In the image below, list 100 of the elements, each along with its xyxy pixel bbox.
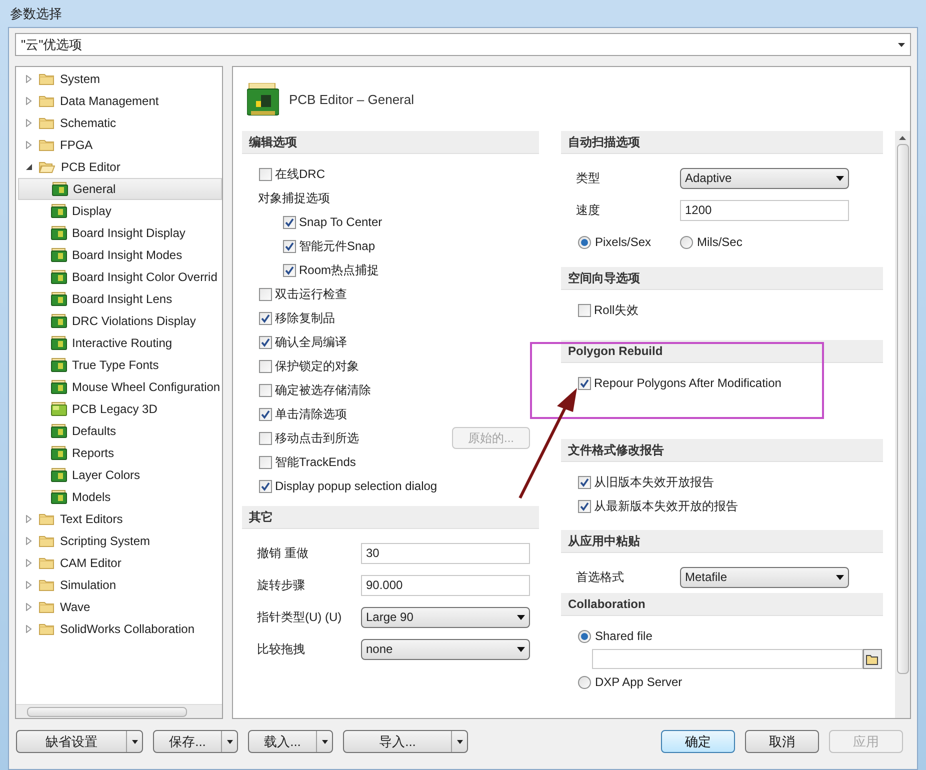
tree-item[interactable]: Text Editors bbox=[60, 510, 123, 528]
text-field[interactable]: 1200 bbox=[680, 200, 849, 220]
tree-item[interactable]: Defaults bbox=[72, 422, 116, 440]
checkbox-label[interactable]: Room热点捕捉 bbox=[299, 261, 380, 279]
checkbox[interactable] bbox=[259, 480, 272, 492]
tree-item[interactable]: Board Insight Display bbox=[72, 224, 186, 242]
tree-item[interactable]: Models bbox=[72, 488, 111, 506]
tree-item[interactable]: Reports bbox=[72, 444, 114, 462]
tree-item[interactable]: Display bbox=[72, 202, 112, 220]
checkbox-label[interactable]: Snap To Center bbox=[299, 213, 382, 231]
checkbox[interactable] bbox=[578, 500, 591, 512]
checkbox[interactable] bbox=[578, 304, 591, 316]
tree-item[interactable]: SolidWorks Collaboration bbox=[60, 620, 195, 638]
tree-item[interactable]: Scripting System bbox=[60, 532, 150, 550]
circuit-board-icon bbox=[51, 468, 67, 482]
vertical-scrollbar[interactable] bbox=[895, 131, 910, 718]
dropdown-arrow-icon bbox=[836, 574, 844, 580]
checkbox-label[interactable]: 智能TrackEnds bbox=[275, 453, 356, 471]
tree-item[interactable]: Board Insight Modes bbox=[72, 246, 182, 264]
checkbox-label[interactable]: 在线DRC bbox=[275, 165, 325, 183]
tree-item[interactable]: FPGA bbox=[60, 136, 93, 154]
preset-combo[interactable]: "云"优选项 bbox=[15, 33, 911, 56]
tree-item[interactable]: Schematic bbox=[60, 114, 116, 132]
split-button[interactable]: 保存... bbox=[153, 730, 238, 753]
text-field[interactable]: 30 bbox=[361, 542, 530, 564]
split-button[interactable]: 缺省设置 bbox=[16, 730, 143, 753]
radio-button[interactable] bbox=[578, 676, 591, 688]
window-title: 参数选择 bbox=[10, 4, 62, 23]
checkbox-label[interactable]: 单击清除选项 bbox=[275, 405, 347, 423]
browse-button[interactable] bbox=[863, 649, 882, 669]
checkbox-label[interactable]: Repour Polygons After Modification bbox=[594, 374, 782, 392]
checkbox[interactable] bbox=[259, 432, 272, 444]
dropdown[interactable]: Metafile bbox=[680, 566, 849, 588]
radio-label[interactable]: DXP App Server bbox=[595, 673, 682, 691]
selected-tree-item[interactable]: General bbox=[18, 178, 222, 200]
dropdown[interactable]: Adaptive bbox=[680, 168, 849, 188]
expander-icon[interactable] bbox=[25, 163, 33, 171]
checkbox-label[interactable]: 从最新版本失效开放的报告 bbox=[594, 497, 738, 515]
tree-item[interactable]: Layer Colors bbox=[72, 466, 140, 484]
checkbox[interactable] bbox=[283, 264, 296, 276]
checkbox[interactable] bbox=[259, 168, 272, 180]
folder-icon bbox=[39, 139, 54, 151]
checkbox-label[interactable]: 确定被选存储清除 bbox=[275, 381, 371, 399]
checkbox-label[interactable]: 保护锁定的对象 bbox=[275, 357, 359, 375]
checkbox[interactable] bbox=[259, 384, 272, 396]
text-field[interactable]: 90.000 bbox=[361, 574, 530, 596]
radio-button[interactable] bbox=[578, 236, 591, 248]
tree-item[interactable]: CAM Editor bbox=[60, 554, 122, 572]
dialog-button[interactable]: 取消 bbox=[745, 730, 819, 753]
tree-item[interactable]: Interactive Routing bbox=[72, 334, 172, 352]
field-label: 撤销 重做 bbox=[257, 545, 310, 562]
checkbox-label[interactable]: Display popup selection dialog bbox=[275, 477, 438, 495]
open-folder-icon bbox=[39, 161, 55, 173]
checkbox[interactable] bbox=[283, 216, 296, 228]
dropdown[interactable]: Large 90 bbox=[361, 606, 530, 628]
radio-button[interactable] bbox=[578, 630, 591, 642]
tree-item[interactable]: Board Insight Lens bbox=[72, 290, 172, 308]
tree-item[interactable]: System bbox=[60, 70, 100, 88]
checkbox[interactable] bbox=[259, 360, 272, 372]
dropdown[interactable]: none bbox=[361, 638, 530, 660]
checkbox[interactable] bbox=[578, 376, 591, 390]
checkbox-label[interactable]: 移动点击到所选 bbox=[275, 429, 359, 447]
tree-item[interactable]: Data Management bbox=[60, 92, 159, 110]
checkbox[interactable] bbox=[259, 336, 272, 348]
checkbox-label[interactable]: 确认全局编译 bbox=[275, 333, 347, 351]
checkbox[interactable] bbox=[259, 288, 272, 300]
tree-item[interactable]: PCB Legacy 3D bbox=[72, 400, 158, 418]
checkbox[interactable] bbox=[259, 408, 272, 420]
circuit-board-icon bbox=[51, 314, 67, 328]
split-button[interactable]: 导入... bbox=[343, 730, 468, 753]
checkbox[interactable] bbox=[283, 240, 296, 252]
radio-label[interactable]: Pixels/Sex bbox=[595, 233, 652, 251]
split-button[interactable]: 载入... bbox=[248, 730, 333, 753]
tree-item[interactable]: Mouse Wheel Configuration bbox=[72, 378, 220, 396]
dropdown-arrow-icon bbox=[836, 176, 844, 180]
circuit-board-icon bbox=[51, 292, 67, 306]
tree-item[interactable]: Simulation bbox=[60, 576, 116, 594]
checkbox[interactable] bbox=[578, 476, 591, 488]
checkbox-label[interactable]: Roll失效 bbox=[594, 301, 639, 319]
checkbox-label[interactable]: 移除复制品 bbox=[275, 309, 335, 327]
checkbox-label[interactable]: 智能元件Snap bbox=[299, 237, 376, 255]
tree-item[interactable]: Board Insight Color Overrid bbox=[72, 268, 218, 286]
radio-button[interactable] bbox=[680, 236, 693, 248]
file-path-field[interactable] bbox=[592, 649, 863, 669]
checkbox[interactable] bbox=[259, 312, 272, 324]
radio-label[interactable]: Shared file bbox=[595, 627, 652, 645]
circuit-board-icon bbox=[51, 424, 67, 438]
checkbox-label[interactable]: 双击运行检查 bbox=[275, 285, 347, 303]
checkbox[interactable] bbox=[259, 456, 272, 468]
tree-item[interactable]: PCB Editor bbox=[61, 158, 120, 176]
tree-item[interactable]: True Type Fonts bbox=[72, 356, 159, 374]
checkbox-label[interactable]: 从旧版本失效开放报告 bbox=[594, 473, 714, 491]
dialog-button[interactable]: 确定 bbox=[661, 730, 735, 753]
scroll-up-arrow-icon[interactable] bbox=[899, 136, 906, 140]
radio-label[interactable]: Mils/Sec bbox=[697, 233, 742, 251]
horizontal-scrollbar[interactable] bbox=[16, 704, 222, 718]
circuit-board-icon bbox=[52, 182, 68, 196]
tree-item[interactable]: DRC Violations Display bbox=[72, 312, 196, 330]
section-header: Collaboration bbox=[561, 593, 883, 616]
tree-item[interactable]: Wave bbox=[60, 598, 90, 616]
